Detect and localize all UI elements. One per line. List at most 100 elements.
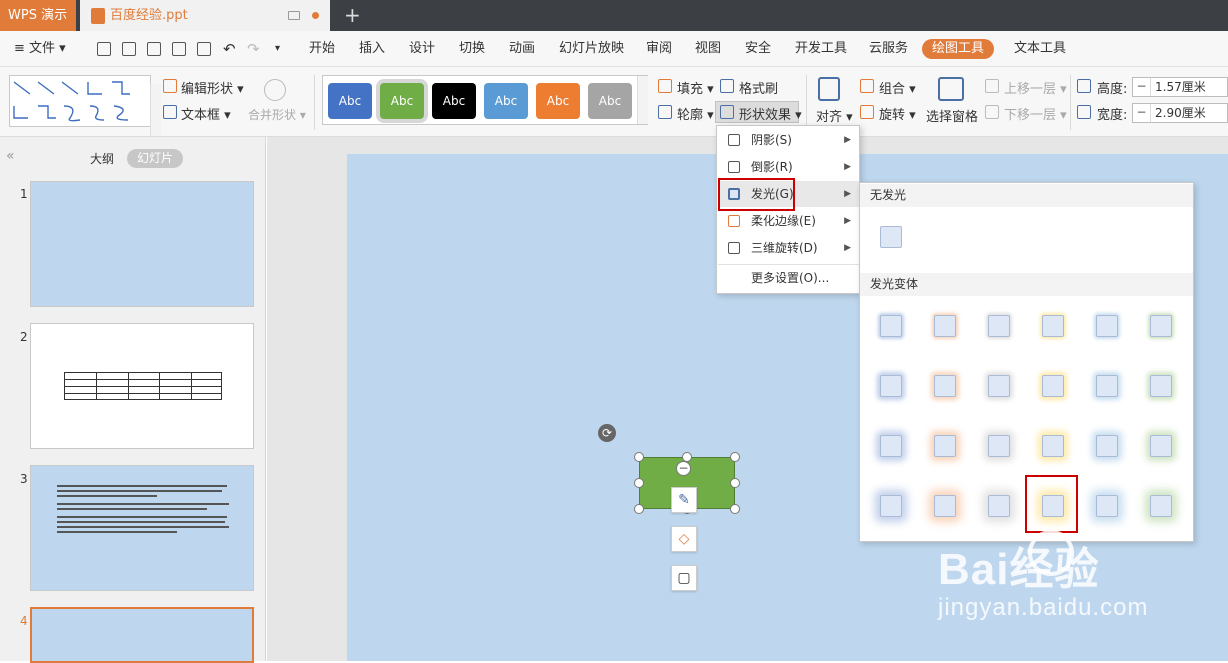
print-icon[interactable] <box>172 42 186 56</box>
glow-variant-option[interactable] <box>880 495 902 517</box>
glow-variant-option[interactable] <box>934 435 956 457</box>
glow-variant-option[interactable] <box>1150 495 1172 517</box>
tab-transition[interactable]: 切换 <box>459 31 485 67</box>
glow-variant-option[interactable] <box>934 315 956 337</box>
style-light-blue-button[interactable]: Abc <box>484 83 528 119</box>
tab-security[interactable]: 安全 <box>745 31 771 67</box>
line-shape-gallery[interactable] <box>9 75 161 136</box>
shape-style-gallery[interactable]: Abc Abc Abc Abc Abc Abc <box>322 75 648 125</box>
glow-variant-option[interactable] <box>1042 375 1064 397</box>
tab-design[interactable]: 设计 <box>409 31 435 67</box>
redo-icon[interactable]: ↷ <box>247 31 260 67</box>
glow-variant-option[interactable] <box>880 315 902 337</box>
rotate-button[interactable]: 旋转 ▾ <box>879 104 916 123</box>
shape-outline-icon[interactable]: ▢ <box>671 565 697 591</box>
edit-shape-button[interactable]: 编辑形状 ▾ <box>181 78 244 97</box>
merge-shape-button[interactable]: 合并形状 ▾ <box>248 106 306 123</box>
slide-thumbnail-4[interactable] <box>30 607 254 663</box>
align-button[interactable]: 对齐 ▾ <box>816 106 853 125</box>
customize-toolbar-icon[interactable]: ▾ <box>275 31 280 67</box>
glow-variant-option[interactable] <box>1150 435 1172 457</box>
menu-item-more-settings[interactable]: 更多设置(O)... <box>718 265 859 291</box>
resize-handle[interactable] <box>634 452 644 462</box>
shape-style-brush-icon[interactable]: ✎ <box>671 487 697 513</box>
glow-variant-option[interactable] <box>880 435 902 457</box>
menu-item-soft-edges[interactable]: 柔化边缘(E) ▶ <box>718 208 859 234</box>
width-decrease-button[interactable]: − <box>1133 104 1151 122</box>
tab-slideshow[interactable]: 幻灯片放映 <box>559 31 624 67</box>
style-blue-button[interactable]: Abc <box>328 83 372 119</box>
tab-insert[interactable]: 插入 <box>359 31 385 67</box>
style-gallery-scrollbar[interactable] <box>637 76 648 124</box>
resize-handle[interactable] <box>634 504 644 514</box>
height-field[interactable]: − 1.57厘米 <box>1132 77 1228 97</box>
tab-view[interactable]: 视图 <box>695 31 721 67</box>
rotate-handle-icon[interactable]: ⟳ <box>598 424 616 442</box>
collapse-toolbar-icon[interactable]: − <box>676 461 691 476</box>
glow-variant-option[interactable] <box>880 375 902 397</box>
glow-variant-option[interactable] <box>934 375 956 397</box>
glow-variant-option[interactable] <box>1096 495 1118 517</box>
shape-effects-button[interactable]: 形状效果 ▾ <box>739 104 802 123</box>
connector-lines-icon[interactable] <box>10 76 140 128</box>
height-decrease-button[interactable]: − <box>1133 78 1151 96</box>
tab-text-tools[interactable]: 文本工具 <box>1014 31 1066 67</box>
undo-icon[interactable]: ↶ <box>223 31 236 67</box>
tab-cloud[interactable]: 云服务 <box>869 31 908 67</box>
glow-variant-option[interactable] <box>988 495 1010 517</box>
glow-variant-option[interactable] <box>1096 375 1118 397</box>
glow-variant-option[interactable] <box>1150 375 1172 397</box>
slide-thumbnail-3[interactable] <box>30 465 254 591</box>
slide-thumbnail-2[interactable] <box>30 323 254 449</box>
glow-variant-option[interactable] <box>1150 315 1172 337</box>
format-painter-button[interactable]: 格式刷 <box>739 78 778 97</box>
outline-button[interactable]: 轮廓 ▾ <box>677 104 714 123</box>
menu-item-3d-rotation[interactable]: 三维旋转(D) ▶ <box>718 235 859 261</box>
save-icon[interactable] <box>122 42 136 56</box>
glow-variant-option[interactable] <box>934 495 956 517</box>
menu-item-reflection[interactable]: 倒影(R) ▶ <box>718 154 859 180</box>
group-button[interactable]: 组合 ▾ <box>879 78 916 97</box>
menu-item-shadow[interactable]: 阴影(S) ▶ <box>718 127 859 153</box>
tab-slides[interactable]: 幻灯片 <box>127 149 184 168</box>
tab-home[interactable]: 开始 <box>309 31 335 67</box>
glow-variant-option[interactable] <box>1042 315 1064 337</box>
no-glow-option[interactable] <box>880 226 902 248</box>
tab-outline[interactable]: 大纲 <box>90 150 114 167</box>
window-icon[interactable] <box>288 11 300 20</box>
shape-fill-icon[interactable]: ◇ <box>671 526 697 552</box>
tab-animation[interactable]: 动画 <box>509 31 535 67</box>
file-menu[interactable]: ≡ 文件 ▾ <box>14 31 66 67</box>
text-box-button[interactable]: 文本框 ▾ <box>181 104 231 123</box>
resize-handle[interactable] <box>634 478 644 488</box>
tab-review[interactable]: 审阅 <box>646 31 672 67</box>
new-tab-button[interactable]: + <box>344 3 361 27</box>
style-black-button[interactable]: Abc <box>432 83 476 119</box>
glow-variant-option[interactable] <box>1096 435 1118 457</box>
style-gray-button[interactable]: Abc <box>588 83 632 119</box>
gallery-scrollbar[interactable] <box>150 84 161 136</box>
selection-pane-button[interactable]: 选择窗格 <box>926 106 978 125</box>
resize-handle[interactable] <box>730 478 740 488</box>
glow-variant-option[interactable] <box>1096 315 1118 337</box>
send-backward-button[interactable]: 下移一层 ▾ <box>1004 104 1067 123</box>
print-preview-icon[interactable] <box>197 42 211 56</box>
tab-drawing-tools[interactable]: 绘图工具 <box>922 39 995 59</box>
slide-thumbnail-1[interactable] <box>30 181 254 307</box>
width-field[interactable]: − 2.90厘米 <box>1132 103 1228 123</box>
document-tab[interactable]: 百度经验.ppt <box>80 0 330 31</box>
export-pdf-icon[interactable] <box>147 42 161 56</box>
app-name-tab[interactable]: WPS 演示 <box>0 0 76 31</box>
glow-variant-option[interactable] <box>988 435 1010 457</box>
collapse-panel-button[interactable]: « <box>6 148 15 164</box>
fill-button[interactable]: 填充 ▾ <box>677 78 714 97</box>
resize-handle[interactable] <box>730 504 740 514</box>
open-icon[interactable] <box>97 42 111 56</box>
tab-developer[interactable]: 开发工具 <box>795 31 847 67</box>
style-green-button[interactable]: Abc <box>380 83 424 119</box>
glow-variant-option[interactable] <box>1042 435 1064 457</box>
resize-handle[interactable] <box>730 452 740 462</box>
glow-variant-option[interactable] <box>988 315 1010 337</box>
style-orange-button[interactable]: Abc <box>536 83 580 119</box>
glow-variant-option[interactable] <box>988 375 1010 397</box>
